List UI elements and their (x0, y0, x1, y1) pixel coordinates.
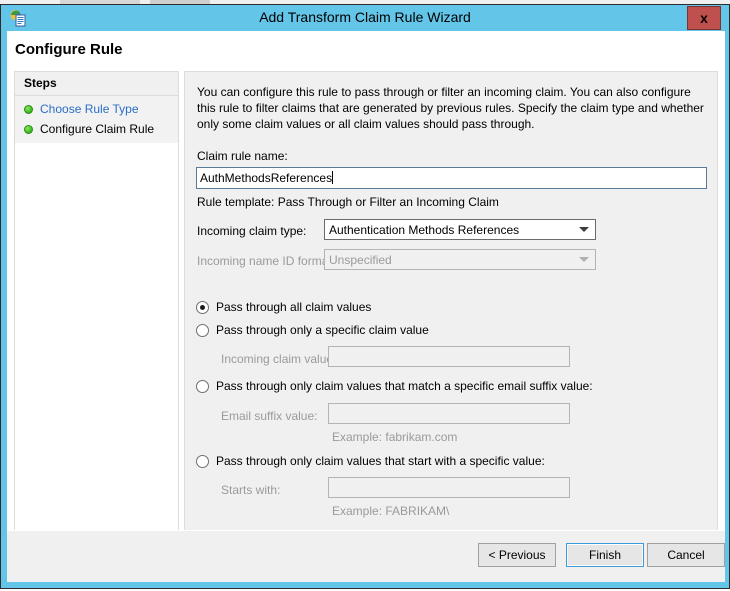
step-bullet-icon (24, 104, 33, 114)
steps-header: Steps (15, 72, 178, 96)
radio-label: Pass through only claim values that star… (216, 454, 545, 468)
incoming-name-id-format-value: Unspecified (329, 253, 392, 267)
radio-pass-through-all[interactable]: Pass through all claim values (196, 300, 371, 314)
sidebar-item-configure-claim-rule[interactable]: Configure Claim Rule (15, 119, 178, 139)
incoming-claim-value-input (328, 346, 570, 367)
radio-pass-through-starts-with[interactable]: Pass through only claim values that star… (196, 454, 545, 468)
radio-label: Pass through only claim values that matc… (216, 379, 593, 393)
finish-button[interactable]: Finish (566, 543, 644, 567)
close-icon[interactable]: x (687, 6, 721, 30)
chevron-down-icon (579, 227, 589, 232)
wizard-dialog: Add Transform Claim Rule Wizard x Config… (0, 4, 730, 589)
radio-icon (196, 300, 209, 314)
incoming-claim-type-select[interactable]: Authentication Methods References (324, 219, 596, 240)
claim-rule-name-input[interactable]: AuthMethodsReferences (196, 167, 707, 189)
step-bullet-icon (24, 124, 33, 134)
radio-icon (196, 379, 209, 393)
steps-header-label: Steps (24, 76, 57, 90)
content-panel: You can configure this rule to pass thro… (184, 71, 718, 575)
claim-rule-name-value: AuthMethodsReferences (200, 171, 333, 185)
steps-list: Choose Rule Type Configure Claim Rule (15, 96, 178, 143)
claim-rule-name-label: Claim rule name: (197, 149, 288, 163)
sidebar-item-choose-rule-type[interactable]: Choose Rule Type (15, 99, 178, 119)
radio-icon (196, 454, 209, 468)
previous-button[interactable]: < Previous (478, 543, 556, 567)
steps-sidebar: Steps Choose Rule Type Configure Claim R… (14, 71, 179, 575)
radio-pass-through-specific-value[interactable]: Pass through only a specific claim value (196, 323, 429, 337)
dialog-body: Configure Rule Steps Choose Rule Type Co… (7, 31, 725, 582)
radio-label: Pass through all claim values (216, 300, 372, 314)
rule-template-text: Rule template: Pass Through or Filter an… (197, 195, 499, 209)
dialog-footer: < Previous Finish Cancel (7, 530, 725, 582)
incoming-name-id-format-label: Incoming name ID format: (197, 254, 336, 268)
starts-with-label: Starts with: (221, 483, 281, 497)
email-suffix-value-label: Email suffix value: (221, 409, 318, 423)
incoming-claim-type-value: Authentication Methods References (329, 223, 520, 237)
sidebar-item-label: Choose Rule Type (40, 102, 139, 116)
radio-label: Pass through only a specific claim value (216, 323, 429, 337)
sidebar-item-label: Configure Claim Rule (40, 122, 155, 136)
email-suffix-example: Example: fabrikam.com (332, 430, 458, 444)
intro-text: You can configure this rule to pass thro… (197, 85, 704, 131)
page-title: Configure Rule (15, 41, 123, 58)
chevron-down-icon (579, 257, 589, 262)
cancel-button[interactable]: Cancel (647, 543, 725, 567)
starts-with-example: Example: FABRIKAM\ (332, 504, 450, 518)
incoming-claim-value-label: Incoming claim value: (221, 352, 337, 366)
title-bar: Add Transform Claim Rule Wizard x (1, 5, 729, 31)
starts-with-input (328, 477, 570, 498)
incoming-name-id-format-select: Unspecified (324, 249, 596, 270)
page-header: Configure Rule (7, 31, 725, 71)
incoming-claim-type-label: Incoming claim type: (197, 224, 307, 238)
text-caret (332, 171, 334, 184)
email-suffix-value-input (328, 403, 570, 424)
window-title: Add Transform Claim Rule Wizard (259, 9, 471, 25)
radio-icon (196, 323, 209, 337)
radio-pass-through-email-suffix[interactable]: Pass through only claim values that matc… (196, 379, 593, 393)
